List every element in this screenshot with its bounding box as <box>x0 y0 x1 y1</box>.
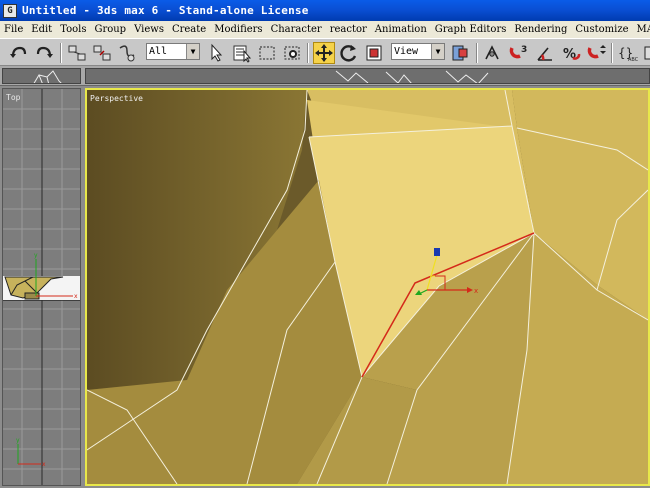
selection-filter-dropdown[interactable]: All ▼ <box>146 43 200 60</box>
cursor-icon <box>211 43 223 62</box>
undo-button[interactable] <box>8 42 30 64</box>
angle-snap-button[interactable] <box>534 42 556 64</box>
percent-snap-button[interactable]: % <box>560 42 582 64</box>
select-object-button[interactable] <box>206 42 228 64</box>
move-icon <box>315 44 333 62</box>
svg-text:y: y <box>34 252 38 259</box>
rotate-icon <box>340 45 357 62</box>
menu-item-character[interactable]: Character <box>267 24 326 35</box>
magnet-snap-icon: 3 <box>509 45 527 59</box>
menu-item-reactor[interactable]: reactor <box>326 24 371 35</box>
scale-icon <box>366 45 382 61</box>
mirror-icon <box>644 46 650 60</box>
menu-item-views[interactable]: Views <box>130 24 168 35</box>
title-bar: G Untitled - 3ds max 6 - Stand-alone Lic… <box>0 0 650 21</box>
svg-text:ABC: ABC <box>628 57 638 63</box>
reference-coordinate-dropdown[interactable]: View ▼ <box>391 43 445 60</box>
redo-button[interactable] <box>33 42 55 64</box>
select-and-link-button[interactable] <box>66 42 88 64</box>
perspective-mesh[interactable]: x <box>87 90 648 484</box>
select-and-scale-button[interactable] <box>363 42 385 64</box>
bind-space-warp-button[interactable] <box>116 42 138 64</box>
viewport-label-top[interactable]: Top <box>6 93 20 102</box>
menu-item-modifiers[interactable]: Modifiers <box>210 24 266 35</box>
spinner-snap-icon <box>587 45 606 59</box>
window-crossing-button[interactable] <box>281 42 303 64</box>
menu-item-file[interactable]: File <box>0 24 27 35</box>
svg-text:x: x <box>74 293 78 300</box>
spacewarp-icon <box>119 45 135 62</box>
unlink-button[interactable] <box>91 42 113 64</box>
menu-item-customize[interactable]: Customize <box>571 24 632 35</box>
menu-item-graph-editors[interactable]: Graph Editors <box>431 24 511 35</box>
toolbar-separator <box>60 43 62 63</box>
perspective-viewport[interactable]: x Perspective <box>85 88 650 486</box>
menu-bar: File Edit Tools Group Views Create Modifiers Ch… <box>0 21 650 38</box>
mirror-button[interactable] <box>642 42 650 64</box>
menu-item-tools[interactable]: Tools <box>56 24 90 35</box>
manipulate-button[interactable] <box>481 42 503 64</box>
toolbar-separator <box>611 43 613 63</box>
manipulate-icon <box>485 45 499 60</box>
menu-item-animation[interactable]: Animation <box>371 24 431 35</box>
use-pivot-point-center-button[interactable] <box>449 42 471 64</box>
select-by-name-button[interactable] <box>231 42 253 64</box>
redo-icon <box>36 46 53 58</box>
mesh-thumbnail-icon <box>33 70 62 83</box>
viewport-label-perspective[interactable]: Perspective <box>90 94 143 103</box>
top-viewport-thumbnail <box>2 68 81 84</box>
main-toolbar: All ▼ View ▼ 3 % {} ABC <box>0 38 650 66</box>
selection-filter-value: All <box>149 46 168 57</box>
window-title: Untitled - 3ds max 6 - Stand-alone Licen… <box>22 4 309 17</box>
reference-coordinate-value: View <box>394 46 419 57</box>
named-selection-icon: {}ABC <box>618 46 638 63</box>
snaps-toggle-button[interactable]: 3 <box>508 42 530 64</box>
crossing-icon <box>284 46 300 60</box>
chevron-down-icon: ▼ <box>186 44 199 59</box>
tab-panel-strip <box>0 66 650 86</box>
spinner-snap-button[interactable] <box>586 42 608 64</box>
select-and-rotate-button[interactable] <box>338 42 360 64</box>
angle-snap-icon <box>537 47 552 61</box>
mesh-thumbnail-icon <box>335 70 489 83</box>
top-viewport-grid: y x y x <box>3 89 80 485</box>
menu-item-rendering[interactable]: Rendering <box>510 24 571 35</box>
pivot-center-icon <box>452 45 468 61</box>
svg-text:y: y <box>16 437 20 444</box>
top-viewport[interactable]: y x y x Top <box>2 88 81 486</box>
select-and-move-button[interactable] <box>313 42 335 64</box>
percent-snap-icon: % <box>563 47 581 62</box>
snap-label: 3 <box>521 45 527 55</box>
menu-item-create[interactable]: Create <box>168 24 210 35</box>
app-icon[interactable]: G <box>3 3 17 18</box>
svg-text:x: x <box>42 461 46 468</box>
toolbar-separator <box>476 43 478 63</box>
unlink-icon <box>93 45 111 61</box>
select-by-name-icon <box>233 45 252 63</box>
menu-item-edit[interactable]: Edit <box>27 24 56 35</box>
undo-icon <box>10 46 27 58</box>
link-icon <box>68 45 86 61</box>
menu-item-group[interactable]: Group <box>90 24 130 35</box>
svg-text:x: x <box>474 287 478 295</box>
toolbar-separator <box>307 43 309 63</box>
menu-item-maxscript[interactable]: MAXScript <box>633 24 650 35</box>
edit-named-selections-button[interactable]: {} ABC <box>617 42 639 64</box>
perspective-viewport-thumbnail <box>85 68 650 84</box>
chevron-down-icon: ▼ <box>431 44 444 59</box>
rectangular-selection-button[interactable] <box>256 42 278 64</box>
rect-selection-icon <box>259 46 275 60</box>
